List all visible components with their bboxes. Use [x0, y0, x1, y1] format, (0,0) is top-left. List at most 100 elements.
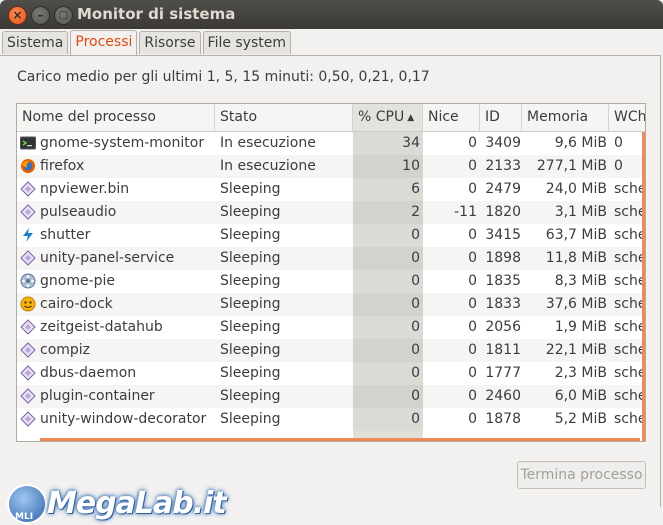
process-memory-cell: 22,1 MiB — [545, 342, 607, 358]
tab-panel-right-border — [660, 55, 661, 507]
diamond-icon — [20, 250, 36, 266]
column-header-label: Nice — [428, 109, 459, 125]
process-cpu-cell: 0 — [411, 227, 420, 243]
table-row[interactable]: gnome-system-monitor In esecuzione 34 0 3409… — [17, 132, 645, 155]
column-header-label: Memoria — [527, 109, 589, 125]
process-wchan-cell: sche — [614, 273, 645, 289]
process-id-cell: 1835 — [485, 273, 521, 289]
process-wchan-cell: sche — [614, 227, 645, 243]
diamond-icon — [20, 388, 36, 404]
process-wchan-cell: sche — [614, 411, 645, 427]
process-nice-cell: 0 — [468, 388, 477, 404]
table-row[interactable]: unity-window-decorator Sleeping 0 0 1878 5,2 … — [17, 408, 645, 431]
tab-panel-border — [0, 55, 661, 56]
process-state-cell: Sleeping — [220, 365, 281, 381]
process-name-cell: shutter — [40, 227, 91, 243]
minimize-window-button[interactable]: – — [31, 6, 50, 25]
cairo-dock-icon — [20, 296, 36, 312]
process-wchan-cell: sche — [614, 181, 645, 197]
column-header-label: Stato — [220, 109, 258, 125]
column-header-nice[interactable]: Nice — [423, 104, 480, 131]
tab-processi[interactable]: Processi — [70, 30, 138, 55]
column-header-label: WCh — [614, 109, 646, 125]
process-nice-cell: 0 — [468, 227, 477, 243]
process-wchan-cell: sche — [614, 342, 645, 358]
process-memory-cell: 277,1 MiB — [536, 158, 607, 174]
tab-risorse[interactable]: Risorse — [139, 31, 201, 54]
process-nice-cell: 0 — [468, 365, 477, 381]
table-row[interactable]: plugin-container Sleeping 0 0 2460 6,0 MiB sch… — [17, 385, 645, 408]
sort-ascending-icon: ▲ — [407, 113, 415, 123]
tab-bar: Sistema Processi Risorse File system — [2, 30, 293, 56]
end-process-button[interactable]: Termina processo — [517, 461, 646, 489]
window-title: Monitor di sistema — [77, 5, 236, 23]
process-nice-cell: 0 — [468, 181, 477, 197]
process-name-cell: cairo-dock — [40, 296, 113, 312]
process-nice-cell: -11 — [454, 204, 477, 220]
diamond-icon — [20, 342, 36, 358]
column-header-memory[interactable]: Memoria — [522, 104, 609, 131]
column-header-label: % CPU — [358, 109, 405, 125]
process-nice-cell: 0 — [468, 411, 477, 427]
tab-file-system[interactable]: File system — [202, 31, 292, 54]
horizontal-scrollbar[interactable] — [40, 438, 640, 441]
process-cpu-cell: 0 — [411, 342, 420, 358]
process-name-cell: gnome-system-monitor — [40, 135, 205, 151]
process-state-cell: Sleeping — [220, 227, 281, 243]
shutter-icon — [20, 227, 36, 243]
process-cpu-cell: 0 — [411, 319, 420, 335]
table-row[interactable]: firefox In esecuzione 10 0 2133 277,1 MiB 0 — [17, 155, 645, 178]
process-name-cell: npviewer.bin — [40, 181, 130, 197]
process-wchan-cell: sche — [614, 319, 645, 335]
vertical-scrollbar[interactable] — [642, 132, 645, 441]
table-row[interactable]: gnome-pie Sleeping 0 0 1835 8,3 MiB sche — [17, 270, 645, 293]
process-table[interactable]: Nome del processo Stato % CPU ▲ Nice ID M… — [16, 103, 646, 442]
column-header-name[interactable]: Nome del processo — [17, 104, 215, 131]
column-header-state[interactable]: Stato — [215, 104, 353, 131]
maximize-window-button[interactable]: □ — [54, 6, 73, 25]
process-name-cell: plugin-container — [40, 388, 155, 404]
process-state-cell: Sleeping — [220, 181, 281, 197]
table-row[interactable]: cairo-dock Sleeping 0 0 1833 37,6 MiB sche — [17, 293, 645, 316]
table-row[interactable]: zeitgeist-datahub Sleeping 0 0 2056 1,9 MiB sc… — [17, 316, 645, 339]
process-nice-cell: 0 — [468, 273, 477, 289]
process-memory-cell: 37,6 MiB — [545, 296, 607, 312]
process-cpu-cell: 10 — [402, 158, 420, 174]
diamond-icon — [20, 319, 36, 335]
table-row[interactable]: compiz Sleeping 0 0 1811 22,1 MiB sche — [17, 339, 645, 362]
table-row[interactable]: pulseaudio Sleeping 2 -11 1820 3,1 MiB sche — [17, 201, 645, 224]
process-memory-cell: 8,3 MiB — [554, 273, 607, 289]
process-id-cell: 1811 — [485, 342, 521, 358]
process-nice-cell: 0 — [468, 135, 477, 151]
process-name-cell: zeitgeist-datahub — [40, 319, 163, 335]
close-window-button[interactable]: × — [8, 6, 27, 25]
table-row[interactable]: dbus-daemon Sleeping 0 0 1777 2,3 MiB sche — [17, 362, 645, 385]
process-memory-cell: 6,0 MiB — [554, 388, 607, 404]
process-nice-cell: 0 — [468, 319, 477, 335]
column-header-wchan[interactable]: WCh — [609, 104, 646, 131]
process-wchan-cell: 0 — [614, 158, 623, 174]
table-row[interactable]: shutter Sleeping 0 0 3415 63,7 MiB sche — [17, 224, 645, 247]
process-memory-cell: 2,3 MiB — [554, 365, 607, 381]
process-id-cell: 2056 — [485, 319, 521, 335]
firefox-icon — [20, 158, 36, 174]
process-cpu-cell: 0 — [411, 365, 420, 381]
process-state-cell: Sleeping — [220, 273, 281, 289]
process-cpu-cell: 2 — [411, 204, 420, 220]
tab-sistema[interactable]: Sistema — [2, 31, 69, 54]
process-cpu-cell: 0 — [411, 250, 420, 266]
process-id-cell: 2479 — [485, 181, 521, 197]
column-header-id[interactable]: ID — [480, 104, 522, 131]
process-id-cell: 2133 — [485, 158, 521, 174]
table-header: Nome del processo Stato % CPU ▲ Nice ID M… — [17, 104, 646, 132]
process-id-cell: 1878 — [485, 411, 521, 427]
process-state-cell: Sleeping — [220, 204, 281, 220]
process-cpu-cell: 0 — [411, 273, 420, 289]
watermark-text: MegaLab.it — [47, 486, 227, 521]
column-header-cpu[interactable]: % CPU ▲ — [353, 104, 423, 131]
process-memory-cell: 63,7 MiB — [545, 227, 607, 243]
table-row[interactable]: npviewer.bin Sleeping 6 0 2479 24,0 MiB sche — [17, 178, 645, 201]
watermark-badge-text: MLI — [15, 512, 34, 522]
terminal-icon — [20, 135, 36, 151]
table-row[interactable]: unity-panel-service Sleeping 0 0 1898 11,8 Mi… — [17, 247, 645, 270]
